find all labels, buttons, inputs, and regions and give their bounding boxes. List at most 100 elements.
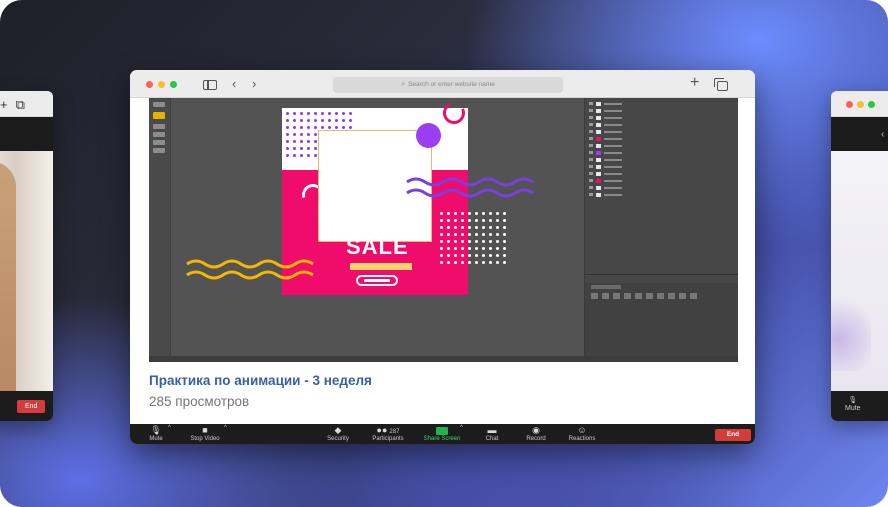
- forward-arrow-icon[interactable]: ›: [252, 76, 256, 92]
- video-title[interactable]: Практика по анимации - 3 неделя: [149, 373, 372, 388]
- right-participant-video: [831, 151, 888, 391]
- layer-row: [589, 178, 622, 183]
- align-icon: [657, 293, 664, 299]
- tool-icon: [153, 124, 165, 129]
- layer-row: [589, 122, 622, 127]
- chat-label: Chat: [485, 436, 499, 442]
- address-bar[interactable]: ⌕ Search or enter website name: [333, 77, 563, 93]
- maximize-dot-icon[interactable]: [868, 101, 875, 108]
- editor-status-bar: [149, 356, 738, 362]
- browser-titlebar: ‹ › ⌕ Search or enter website name +: [130, 70, 755, 98]
- left-end-button[interactable]: End: [17, 400, 46, 413]
- align-icon: [591, 293, 598, 299]
- tabs-icon[interactable]: ⧉: [16, 97, 25, 113]
- close-dot-icon[interactable]: [846, 101, 853, 108]
- new-tab-icon[interactable]: +: [0, 97, 8, 113]
- tab-overview-icon[interactable]: [714, 78, 728, 91]
- minimize-dot-icon[interactable]: [158, 81, 165, 88]
- main-browser-window[interactable]: ‹ › ⌕ Search or enter website name + SAL…: [130, 70, 755, 444]
- participant-hair: [0, 161, 16, 391]
- layer-row: [589, 108, 622, 113]
- video-views: 285 просмотров: [149, 394, 250, 409]
- record-icon: ◉: [532, 425, 540, 435]
- meeting-controls-bar: 🎙 Mute ^ ■ Stop Video ^ ◆ Security ●● 287…: [130, 424, 755, 444]
- layer-row: [589, 136, 622, 141]
- illustrator-toolbar: [149, 98, 171, 362]
- share-screen-label: Share Screen: [423, 436, 461, 442]
- layer-row: [589, 129, 622, 134]
- share-options-chevron-icon[interactable]: ^: [460, 425, 463, 432]
- tool-icon: [153, 148, 165, 153]
- layer-row: [589, 171, 622, 176]
- back-arrow-icon[interactable]: ‹: [232, 76, 236, 92]
- left-participant-video: [0, 151, 53, 391]
- people-icon: ●●: [376, 425, 388, 435]
- layer-row: [589, 115, 622, 120]
- white-dot-grid: [440, 212, 506, 264]
- sale-text: SALE: [346, 234, 409, 259]
- layer-row: [589, 157, 622, 162]
- chat-button[interactable]: ▬ Chat: [480, 425, 504, 443]
- right-mute-label: Mute: [845, 405, 861, 412]
- video-options-chevron-icon[interactable]: ^: [224, 425, 227, 432]
- participants-label: Participants: [372, 436, 404, 442]
- participants-button[interactable]: ●● 287 Participants: [366, 425, 410, 443]
- shield-icon: ◆: [334, 425, 342, 435]
- video-camera-icon: ■: [202, 425, 208, 435]
- align-icon: [646, 293, 653, 299]
- minimize-dot-icon[interactable]: [857, 101, 864, 108]
- end-meeting-button[interactable]: End: [715, 429, 751, 441]
- layer-row: [589, 101, 622, 106]
- microphone-icon: 🎙: [150, 425, 162, 435]
- maximize-dot-icon[interactable]: [170, 81, 177, 88]
- desktop-background: + ⧉ ‹ End ‹ 🎙: [0, 0, 888, 507]
- reactions-label: Reactions: [568, 436, 596, 442]
- record-button[interactable]: ◉ Record: [522, 425, 550, 443]
- panel-tab[interactable]: [591, 285, 621, 289]
- page-content: SALE Практика по анимации - 3 неделя 285…: [130, 98, 755, 424]
- security-button[interactable]: ◆ Security: [322, 425, 354, 443]
- align-icon: [690, 293, 697, 299]
- align-icon: [635, 293, 642, 299]
- right-window-controls: 🎙 Mute: [831, 391, 888, 421]
- mute-options-chevron-icon[interactable]: ^: [168, 425, 171, 432]
- reactions-button[interactable]: ☺ Reactions: [564, 425, 600, 443]
- sidebar-toggle-icon[interactable]: [203, 80, 217, 90]
- left-window-controls: End: [0, 391, 53, 421]
- layer-row: [589, 164, 622, 169]
- chat-bubble-icon: ▬: [487, 425, 497, 435]
- white-pill: [356, 275, 398, 286]
- pink-ring: [439, 98, 469, 128]
- layer-row: [589, 192, 622, 197]
- align-icon: [624, 293, 631, 299]
- smiley-icon: ☺: [577, 425, 587, 435]
- align-icon: [613, 293, 620, 299]
- yellow-bar: [350, 263, 412, 270]
- video-player[interactable]: SALE: [149, 98, 738, 362]
- layer-row: [589, 185, 622, 190]
- search-icon: ⌕: [401, 81, 406, 88]
- tool-icon: [153, 102, 165, 107]
- tool-icon: [153, 140, 165, 145]
- new-tab-button[interactable]: +: [690, 75, 699, 91]
- right-mute-button[interactable]: 🎙 Mute: [845, 397, 861, 413]
- left-window-titlebar: + ⧉: [0, 91, 53, 117]
- right-window-header: ‹: [831, 117, 888, 151]
- mute-label: Mute: [149, 436, 163, 442]
- chevron-left-icon[interactable]: ‹: [881, 129, 884, 140]
- microphone-icon: 🎙: [848, 397, 858, 404]
- record-label: Record: [526, 436, 546, 442]
- mute-button[interactable]: 🎙 Mute: [144, 425, 168, 443]
- stop-video-button[interactable]: ■ Stop Video: [185, 425, 225, 443]
- participants-count: 287: [389, 429, 400, 435]
- close-dot-icon[interactable]: [146, 81, 153, 88]
- layer-row: [589, 143, 622, 148]
- panel-divider: [585, 274, 738, 275]
- stop-video-label: Stop Video: [190, 436, 220, 442]
- share-screen-button[interactable]: Share Screen: [418, 425, 466, 443]
- left-participant-window[interactable]: + ⧉ ‹ End: [0, 91, 53, 421]
- selected-tool-icon: [153, 112, 165, 119]
- right-participant-window[interactable]: ‹ 🎙 Mute: [831, 91, 888, 421]
- tool-icon: [153, 132, 165, 137]
- align-icon: [668, 293, 675, 299]
